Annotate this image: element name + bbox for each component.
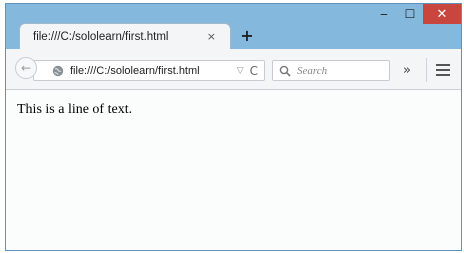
tab-strip: file:///C:/sololearn/first.html × + xyxy=(6,21,461,49)
hamburger-menu-icon[interactable] xyxy=(434,61,452,79)
page-text: This is a line of text. xyxy=(17,102,133,117)
overflow-chevron-button[interactable]: » xyxy=(398,61,416,79)
browser-window: ‒ ☐ ✕ file:///C:/sololearn/first.html × … xyxy=(5,3,462,251)
tab-active[interactable]: file:///C:/sololearn/first.html × xyxy=(19,23,231,49)
toolbar-divider xyxy=(426,58,427,82)
url-dropdown-icon[interactable]: ▽ xyxy=(237,66,244,76)
search-bar[interactable]: Search xyxy=(272,60,390,81)
tab-close-icon[interactable]: × xyxy=(207,30,216,43)
tab-title: file:///C:/sololearn/first.html xyxy=(33,30,169,43)
reload-icon[interactable]: C xyxy=(250,64,258,78)
url-bar[interactable]: file:///C:/sololearn/first.html ▽ C xyxy=(33,60,265,81)
new-tab-button[interactable]: + xyxy=(238,26,256,45)
globe-icon xyxy=(52,65,64,77)
back-button[interactable]: ← xyxy=(15,57,37,79)
back-arrow-icon: ← xyxy=(20,61,32,75)
search-placeholder: Search xyxy=(297,64,328,77)
url-text: file:///C:/sololearn/first.html xyxy=(70,64,200,77)
search-icon xyxy=(279,65,291,77)
navigation-toolbar: file:///C:/sololearn/first.html ▽ C ← Se… xyxy=(6,49,461,90)
page-content: This is a line of text. xyxy=(6,90,461,250)
